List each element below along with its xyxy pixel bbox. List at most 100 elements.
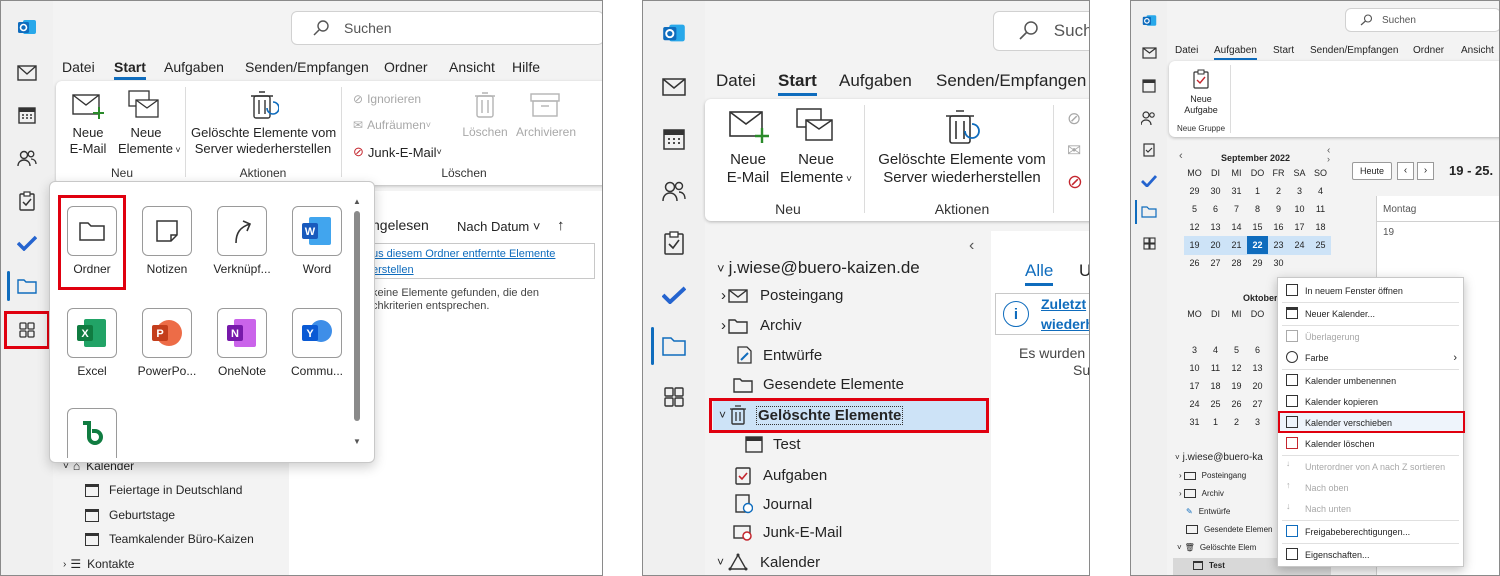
today-day[interactable]: 22 <box>1247 236 1268 254</box>
folder-test[interactable]: Test <box>745 435 801 453</box>
day[interactable]: 20 <box>1205 236 1226 254</box>
scroll-thumb[interactable] <box>354 211 360 421</box>
restore-info-link[interactable]: us diesem Ordner entfernte Elemente erste… <box>372 246 555 278</box>
menu-new-calendar[interactable]: Neuer Kalender... <box>1278 303 1463 324</box>
tab-hilfe[interactable]: Hilfe <box>512 59 540 75</box>
tab-aufgaben[interactable]: Aufgaben <box>1214 45 1257 60</box>
day[interactable]: 24 <box>1289 236 1310 254</box>
tree-contacts[interactable]: › ☰ Kontakte <box>63 557 134 571</box>
next-week-button[interactable]: › <box>1417 162 1434 180</box>
tab-senden[interactable]: Senden/Empfangen <box>936 71 1086 91</box>
new-mail-button[interactable]: Neue E-Mail <box>718 151 778 187</box>
day[interactable]: 29 <box>1247 254 1268 272</box>
tab-ansicht[interactable]: Ansicht <box>449 59 495 75</box>
mail-icon[interactable] <box>15 61 39 85</box>
menu-overlay[interactable]: Überlagerung <box>1278 326 1463 347</box>
tab-start[interactable]: Start <box>778 71 817 96</box>
day[interactable]: 31 <box>1184 413 1205 431</box>
folder-posteingang[interactable]: › Posteingang <box>1179 471 1246 480</box>
day[interactable]: 10 <box>1184 359 1205 377</box>
mail-icon[interactable] <box>660 73 688 101</box>
tree-item-feiertage[interactable]: Feiertage in Deutschland <box>85 483 242 497</box>
folder-archiv[interactable]: › Archiv <box>1179 489 1224 498</box>
new-task-button[interactable]: Neue Aufgabe <box>1179 94 1223 116</box>
app-word-tile[interactable]: W <box>292 206 342 256</box>
day[interactable]: 27 <box>1247 395 1268 413</box>
archive-button[interactable]: Archivieren <box>513 125 579 139</box>
folder-icon[interactable] <box>15 274 39 298</box>
tab-aufgaben[interactable]: Aufgaben <box>839 71 912 91</box>
folder-entwuerfe[interactable]: ✎ Entwürfe <box>1186 507 1230 516</box>
day[interactable]: 17 <box>1184 377 1205 395</box>
tab-start[interactable]: Start <box>114 59 146 80</box>
menu-move-up[interactable]: ↑ Nach oben <box>1278 477 1463 498</box>
mini-calendar-october[interactable]: MO DI MI DO 3456 10 11 12 13 17 18 19 20 24 25 26 27… <box>1184 305 1268 431</box>
day[interactable]: 3 <box>1247 413 1268 431</box>
calendar-icon[interactable] <box>660 125 688 153</box>
day[interactable]: 1 <box>1247 182 1268 200</box>
delete-button[interactable]: Löschen <box>459 125 511 139</box>
apps-icon[interactable] <box>1140 234 1158 252</box>
day[interactable]: 3 <box>1184 341 1205 359</box>
day[interactable]: 31 <box>1226 182 1247 200</box>
menu-color[interactable]: Farbe › <box>1278 347 1463 368</box>
tasks-icon[interactable] <box>660 229 688 257</box>
people-icon[interactable] <box>660 177 688 205</box>
sort-dropdown[interactable]: Nach Datum ˅ <box>457 219 540 234</box>
day[interactable]: 6 <box>1247 341 1268 359</box>
cleanup-button[interactable]: ✉ Aufräumen ˅ <box>353 118 431 132</box>
day[interactable]: 10 <box>1289 200 1310 218</box>
new-items-button[interactable]: Neue Elemente ˅ <box>778 151 854 187</box>
day[interactable]: 5 <box>1226 341 1247 359</box>
folder-junk[interactable]: Junk-E-Mail <box>733 524 842 541</box>
tab-start[interactable]: Start <box>1273 45 1294 56</box>
tab-senden[interactable]: Senden/Empfangen <box>245 59 369 75</box>
next-month-icon[interactable]: › <box>1327 154 1330 164</box>
day[interactable]: 30 <box>1268 254 1289 272</box>
tree-item-teamkalender[interactable]: Teamkalender Büro-Kaizen <box>85 532 254 546</box>
folder-kalender[interactable]: ˅ Kalender <box>717 553 820 571</box>
collapse-pane-icon[interactable]: ‹ <box>969 237 974 255</box>
day[interactable]: 29 <box>1184 182 1205 200</box>
account-header[interactable]: ˅ j.wiese@buero-kaizen.de <box>717 258 920 278</box>
junk-button[interactable]: ⊘ Junk-E-Mail ˅ <box>353 144 442 160</box>
day[interactable]: 3 <box>1289 182 1310 200</box>
day[interactable]: 7 <box>1226 200 1247 218</box>
filter-unread[interactable]: U <box>1079 261 1089 281</box>
todo-icon[interactable] <box>1140 172 1158 190</box>
day[interactable]: 21 <box>1226 236 1247 254</box>
day[interactable]: 6 <box>1205 200 1226 218</box>
sort-direction-icon[interactable]: ↑ <box>557 217 565 234</box>
tab-ordner[interactable]: Ordner <box>384 59 428 75</box>
apps-icon[interactable] <box>660 383 688 411</box>
folder-icon[interactable] <box>1140 203 1158 221</box>
mail-icon[interactable] <box>1140 44 1158 62</box>
menu-permissions[interactable]: Freigabeberechtigungen... <box>1278 521 1463 542</box>
day[interactable]: 25 <box>1310 236 1331 254</box>
day[interactable]: 26 <box>1184 254 1205 272</box>
tab-datei[interactable]: Datei <box>716 71 756 91</box>
menu-open-new-window[interactable]: In neuem Fenster öffnen <box>1278 280 1463 301</box>
junk-icon[interactable]: ⊘ <box>1067 171 1083 194</box>
day[interactable]: 17 <box>1289 218 1310 236</box>
app-communities-tile[interactable]: Y <box>292 308 342 358</box>
scroll-up-icon[interactable]: ▲ <box>353 197 361 206</box>
filter-unread[interactable]: ngelesen <box>372 217 429 233</box>
day[interactable]: 13 <box>1205 218 1226 236</box>
day[interactable] <box>1289 254 1310 272</box>
day[interactable]: 16 <box>1268 218 1289 236</box>
app-shortcut-tile[interactable] <box>217 206 267 256</box>
search-box[interactable]: Suchen <box>1345 8 1499 32</box>
tab-ordner[interactable]: Ordner <box>1413 45 1444 56</box>
prev-week-button[interactable]: ‹ <box>1397 162 1414 180</box>
day[interactable]: 2 <box>1268 182 1289 200</box>
day[interactable]: 11 <box>1205 359 1226 377</box>
menu-copy[interactable]: Kalender kopieren <box>1278 391 1463 412</box>
folder-gesendet[interactable]: Gesendete Elemen <box>1186 525 1273 534</box>
search-box[interactable]: Suche <box>993 11 1089 51</box>
tab-datei[interactable]: Datei <box>62 59 95 75</box>
day[interactable]: 4 <box>1310 182 1331 200</box>
day[interactable]: 11 <box>1310 200 1331 218</box>
day[interactable]: 13 <box>1247 359 1268 377</box>
day[interactable]: 24 <box>1184 395 1205 413</box>
